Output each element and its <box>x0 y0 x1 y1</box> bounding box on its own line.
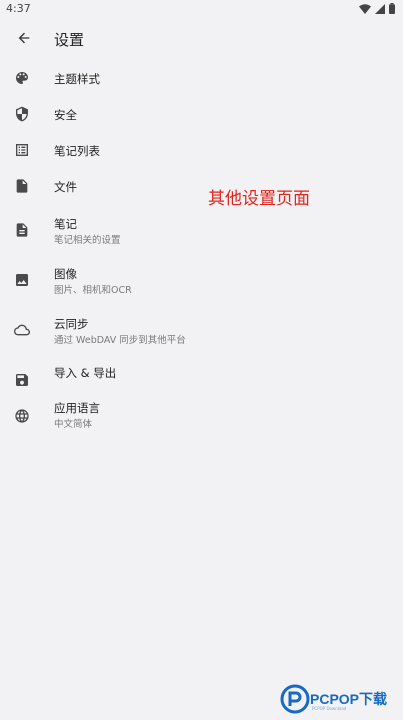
signal-icon <box>375 3 385 14</box>
setting-title: 云同步 <box>54 317 89 331</box>
setting-note-list[interactable]: 笔记列表 <box>0 132 403 172</box>
setting-notes[interactable]: 笔记 笔记相关的设置 <box>0 212 403 258</box>
document-icon <box>13 221 31 239</box>
save-icon <box>13 371 31 389</box>
setting-title: 主题样式 <box>54 72 100 86</box>
cloud-icon <box>13 321 31 339</box>
setting-title: 安全 <box>54 108 77 122</box>
wifi-icon <box>359 3 371 14</box>
status-bar: 4:37 <box>0 0 403 18</box>
back-button[interactable] <box>12 26 36 50</box>
overlay-caption: 其他设置页面 <box>208 189 310 209</box>
file-icon <box>13 177 31 195</box>
setting-title: 应用语言 <box>54 401 100 415</box>
setting-subtitle: 中文简体 <box>54 419 93 430</box>
setting-title: 笔记列表 <box>54 144 100 158</box>
setting-title: 文件 <box>54 180 77 194</box>
status-icons <box>359 3 395 14</box>
page-title: 设置 <box>54 31 85 49</box>
setting-theme-style[interactable]: 主题样式 <box>0 60 403 100</box>
setting-title: 导入 & 导出 <box>54 366 117 380</box>
setting-subtitle: 笔记相关的设置 <box>54 235 121 246</box>
setting-cloud-sync[interactable]: 云同步 通过 WebDAV 同步到其他平台 <box>0 312 403 358</box>
pcpop-logo-icon <box>280 684 310 714</box>
setting-app-language[interactable]: 应用语言 中文简体 <box>0 398 403 444</box>
shield-icon <box>13 105 31 123</box>
setting-subtitle: 图片、相机和OCR <box>54 285 132 296</box>
setting-image[interactable]: 图像 图片、相机和OCR <box>0 262 403 308</box>
globe-icon <box>13 407 31 425</box>
setting-import-export[interactable]: 导入 & 导出 <box>0 362 403 402</box>
watermark-tagline: PCPOP Download <box>312 706 347 711</box>
status-time: 4:37 <box>6 2 31 15</box>
app-bar: 设置 <box>0 22 403 56</box>
setting-subtitle: 通过 WebDAV 同步到其他平台 <box>54 335 186 346</box>
arrow-back-icon <box>18 32 30 44</box>
setting-title: 笔记 <box>54 217 77 231</box>
watermark: PCPOP下载 PCPOP Download <box>280 684 400 716</box>
setting-file[interactable]: 文件 <box>0 168 403 208</box>
battery-icon <box>389 3 395 14</box>
list-icon <box>13 141 31 159</box>
image-icon <box>13 271 31 289</box>
setting-security[interactable]: 安全 <box>0 96 403 136</box>
setting-title: 图像 <box>54 267 77 281</box>
palette-icon <box>13 69 31 87</box>
